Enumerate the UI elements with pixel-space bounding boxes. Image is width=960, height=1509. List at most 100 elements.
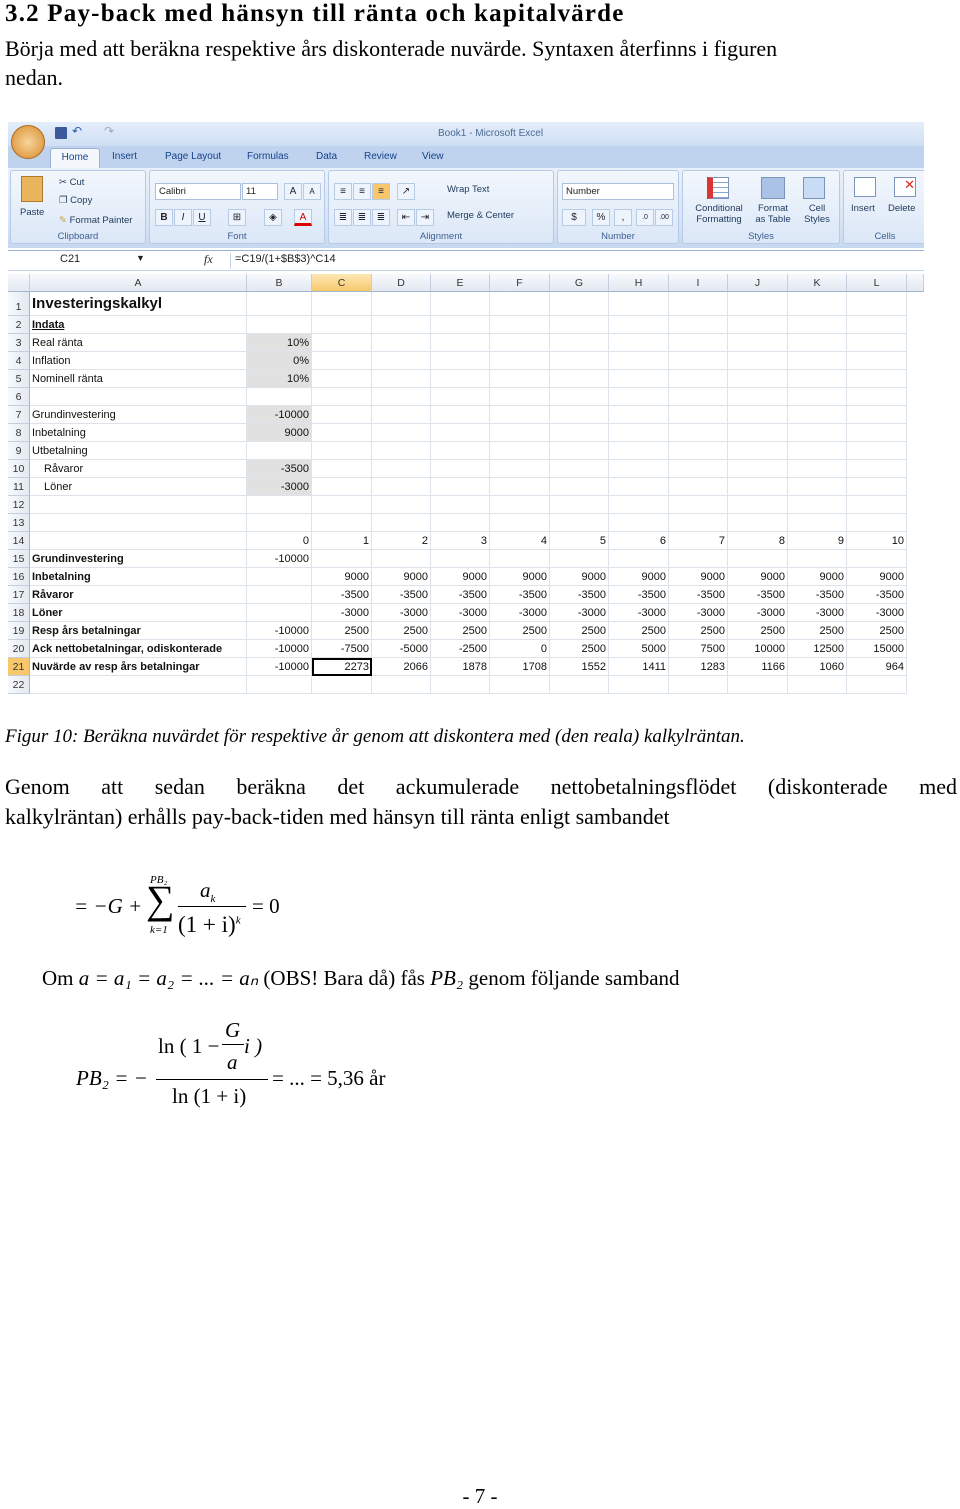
cell-F9[interactable] [490, 442, 550, 460]
cell-D17[interactable]: -3500 [372, 586, 431, 604]
cell-J22[interactable] [728, 676, 788, 694]
column-header-F[interactable]: F [490, 274, 550, 292]
cell-B2[interactable] [247, 316, 312, 334]
cell-F8[interactable] [490, 424, 550, 442]
cell-I20[interactable]: 7500 [669, 640, 728, 658]
cell-H2[interactable] [609, 316, 669, 334]
cell-E16[interactable]: 9000 [431, 568, 490, 586]
cell-I15[interactable] [669, 550, 728, 568]
cell-E8[interactable] [431, 424, 490, 442]
cell-K21[interactable]: 1060 [788, 658, 847, 676]
increase-decimal-icon[interactable]: .0 [636, 209, 654, 226]
row-header-14[interactable]: 14 [8, 532, 30, 550]
row-header-16[interactable]: 16 [8, 568, 30, 586]
cell-L20[interactable]: 15000 [847, 640, 907, 658]
cell-L7[interactable] [847, 406, 907, 424]
format-painter-button[interactable]: ✎ Format Painter [59, 215, 132, 226]
cell-G11[interactable] [550, 478, 609, 496]
cell-E2[interactable] [431, 316, 490, 334]
cell-K3[interactable] [788, 334, 847, 352]
cell-J17[interactable]: -3500 [728, 586, 788, 604]
cell-C11[interactable] [312, 478, 372, 496]
row-header-21[interactable]: 21 [8, 658, 30, 676]
cell-B18[interactable] [247, 604, 312, 622]
cell-K11[interactable] [788, 478, 847, 496]
fx-icon[interactable]: fx [204, 252, 213, 267]
cell-L2[interactable] [847, 316, 907, 334]
cell-I7[interactable] [669, 406, 728, 424]
cell-J11[interactable] [728, 478, 788, 496]
cell-J4[interactable] [728, 352, 788, 370]
font-size-select[interactable]: 11 [242, 183, 278, 200]
decrease-decimal-icon[interactable]: .00 [655, 209, 673, 226]
row-header-22[interactable]: 22 [8, 676, 30, 694]
redo-icon[interactable]: ↷ [104, 124, 114, 138]
cell-E15[interactable] [431, 550, 490, 568]
cell-H12[interactable] [609, 496, 669, 514]
cell-L22[interactable] [847, 676, 907, 694]
cell-J1[interactable] [728, 292, 788, 316]
cell-A4[interactable]: Inflation [30, 352, 247, 370]
align-left-icon[interactable]: ≣ [334, 209, 352, 226]
cell-I10[interactable] [669, 460, 728, 478]
shrink-font-icon[interactable]: A [303, 183, 321, 200]
cell-H18[interactable]: -3000 [609, 604, 669, 622]
row-header-9[interactable]: 9 [8, 442, 30, 460]
cell-B17[interactable] [247, 586, 312, 604]
cell-B19[interactable]: -10000 [247, 622, 312, 640]
align-bottom-icon[interactable]: ≡ [372, 183, 390, 200]
column-header-A[interactable]: A [30, 274, 247, 292]
column-header-L[interactable]: L [847, 274, 907, 292]
cell-G4[interactable] [550, 352, 609, 370]
cell-I22[interactable] [669, 676, 728, 694]
cell-G21[interactable]: 1552 [550, 658, 609, 676]
cell-L12[interactable] [847, 496, 907, 514]
column-header-B[interactable]: B [247, 274, 312, 292]
cell-C9[interactable] [312, 442, 372, 460]
tab-formulas[interactable]: Formulas [247, 151, 289, 162]
cell-C2[interactable] [312, 316, 372, 334]
cell-D13[interactable] [372, 514, 431, 532]
cell-K1[interactable] [788, 292, 847, 316]
cell-H22[interactable] [609, 676, 669, 694]
cell-H10[interactable] [609, 460, 669, 478]
cell-H13[interactable] [609, 514, 669, 532]
cell-C21[interactable]: 2273 [312, 658, 372, 676]
cell-H3[interactable] [609, 334, 669, 352]
name-box[interactable]: C21 [10, 253, 146, 269]
cell-J14[interactable]: 8 [728, 532, 788, 550]
row-header-4[interactable]: 4 [8, 352, 30, 370]
cell-I8[interactable] [669, 424, 728, 442]
align-top-icon[interactable]: ≡ [334, 183, 352, 200]
cell-J16[interactable]: 9000 [728, 568, 788, 586]
cell-J13[interactable] [728, 514, 788, 532]
currency-icon[interactable]: $ [562, 209, 586, 226]
font-name-select[interactable]: Calibri [155, 183, 241, 200]
cell-F3[interactable] [490, 334, 550, 352]
cell-G5[interactable] [550, 370, 609, 388]
cell-C1[interactable] [312, 292, 372, 316]
cell-B9[interactable] [247, 442, 312, 460]
cell-D7[interactable] [372, 406, 431, 424]
cell-D2[interactable] [372, 316, 431, 334]
cell-A15[interactable]: Grundinvestering [30, 550, 247, 568]
cell-K6[interactable] [788, 388, 847, 406]
cell-F14[interactable]: 4 [490, 532, 550, 550]
cell-I21[interactable]: 1283 [669, 658, 728, 676]
cell-G18[interactable]: -3000 [550, 604, 609, 622]
cell-A5[interactable]: Nominell ränta [30, 370, 247, 388]
column-header-K[interactable]: K [788, 274, 847, 292]
borders-icon[interactable]: ⊞ [228, 209, 246, 226]
cell-K16[interactable]: 9000 [788, 568, 847, 586]
cell-D16[interactable]: 9000 [372, 568, 431, 586]
cell-B4[interactable]: 0% [247, 352, 312, 370]
cell-K17[interactable]: -3500 [788, 586, 847, 604]
cell-J20[interactable]: 10000 [728, 640, 788, 658]
save-icon[interactable] [55, 127, 67, 139]
cell-C15[interactable] [312, 550, 372, 568]
cell-B22[interactable] [247, 676, 312, 694]
delete-button[interactable]: Delete [888, 203, 915, 214]
merge-center-button[interactable]: Merge & Center [447, 210, 514, 221]
cell-J3[interactable] [728, 334, 788, 352]
cell-D11[interactable] [372, 478, 431, 496]
